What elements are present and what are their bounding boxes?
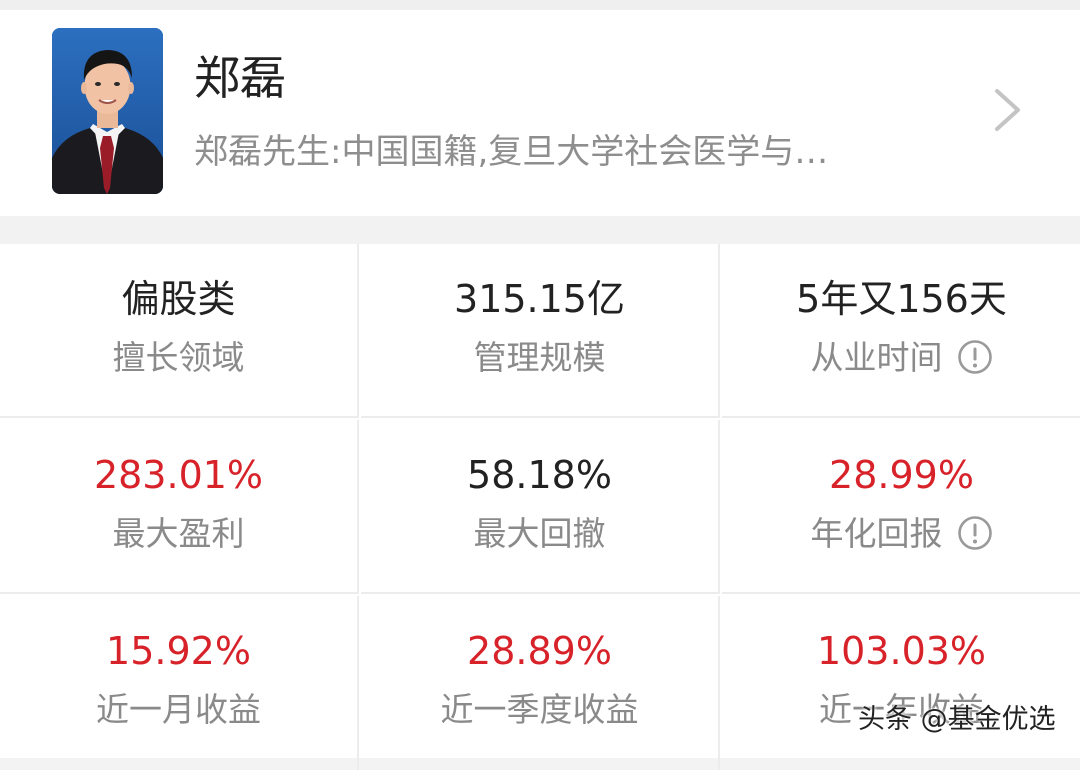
stat-cell: 5年又156天 从业时间 bbox=[722, 244, 1080, 418]
manager-name: 郑磊 bbox=[194, 51, 286, 105]
stat-label: 最大回撤 bbox=[473, 514, 606, 553]
info-icon[interactable] bbox=[957, 515, 993, 551]
manager-avatar bbox=[52, 28, 163, 194]
stat-label: 擅长领域 bbox=[112, 338, 245, 377]
top-strip bbox=[0, 0, 1080, 10]
info-icon[interactable] bbox=[957, 339, 993, 375]
stat-label: 年化回报 bbox=[810, 514, 943, 553]
section-divider bbox=[0, 216, 1080, 244]
stat-cell: 103.03% 近一年收益 bbox=[722, 596, 1080, 770]
stat-value: 283.01% bbox=[93, 453, 264, 497]
stat-value: 28.99% bbox=[829, 453, 974, 497]
stat-label: 最大盈利 bbox=[112, 514, 245, 553]
manager-profile-card[interactable]: 郑磊 郑磊先生:中国国籍,复旦大学社会医学与… bbox=[0, 10, 1080, 216]
stat-label: 近一月收益 bbox=[96, 690, 261, 729]
stat-cell: 15.92% 近一月收益 bbox=[0, 596, 359, 770]
stats-grid: 偏股类 擅长领域 315.15亿 管理规模 5年又156天 从业时间 283.0… bbox=[0, 244, 1080, 770]
stat-label: 从业时间 bbox=[810, 338, 943, 377]
stat-value: 5年又156天 bbox=[796, 277, 1007, 321]
stat-cell: 偏股类 擅长领域 bbox=[0, 244, 359, 418]
stat-cell: 28.99% 年化回报 bbox=[722, 420, 1080, 594]
stat-value: 58.18% bbox=[467, 453, 612, 497]
stat-label-with-info: 从业时间 bbox=[722, 336, 1080, 380]
stat-cell: 28.89% 近一季度收益 bbox=[361, 596, 720, 770]
chevron-right-icon[interactable] bbox=[988, 85, 1028, 135]
stat-label: 近一季度收益 bbox=[440, 690, 639, 729]
stat-value: 偏股类 bbox=[121, 277, 236, 321]
stat-value: 103.03% bbox=[816, 629, 987, 673]
stat-cell: 283.01% 最大盈利 bbox=[0, 420, 359, 594]
stat-value: 28.89% bbox=[467, 629, 612, 673]
stat-label-with-info: 年化回报 bbox=[722, 512, 1080, 556]
stat-label: 管理规模 bbox=[473, 338, 606, 377]
stat-value: 315.15亿 bbox=[454, 277, 625, 321]
manager-bio: 郑磊先生:中国国籍,复旦大学社会医学与… bbox=[194, 132, 829, 172]
watermark: 头条 @基金优选 bbox=[858, 704, 1056, 735]
stat-value: 15.92% bbox=[106, 629, 251, 673]
stat-cell: 315.15亿 管理规模 bbox=[361, 244, 720, 418]
stat-cell: 58.18% 最大回撤 bbox=[361, 420, 720, 594]
